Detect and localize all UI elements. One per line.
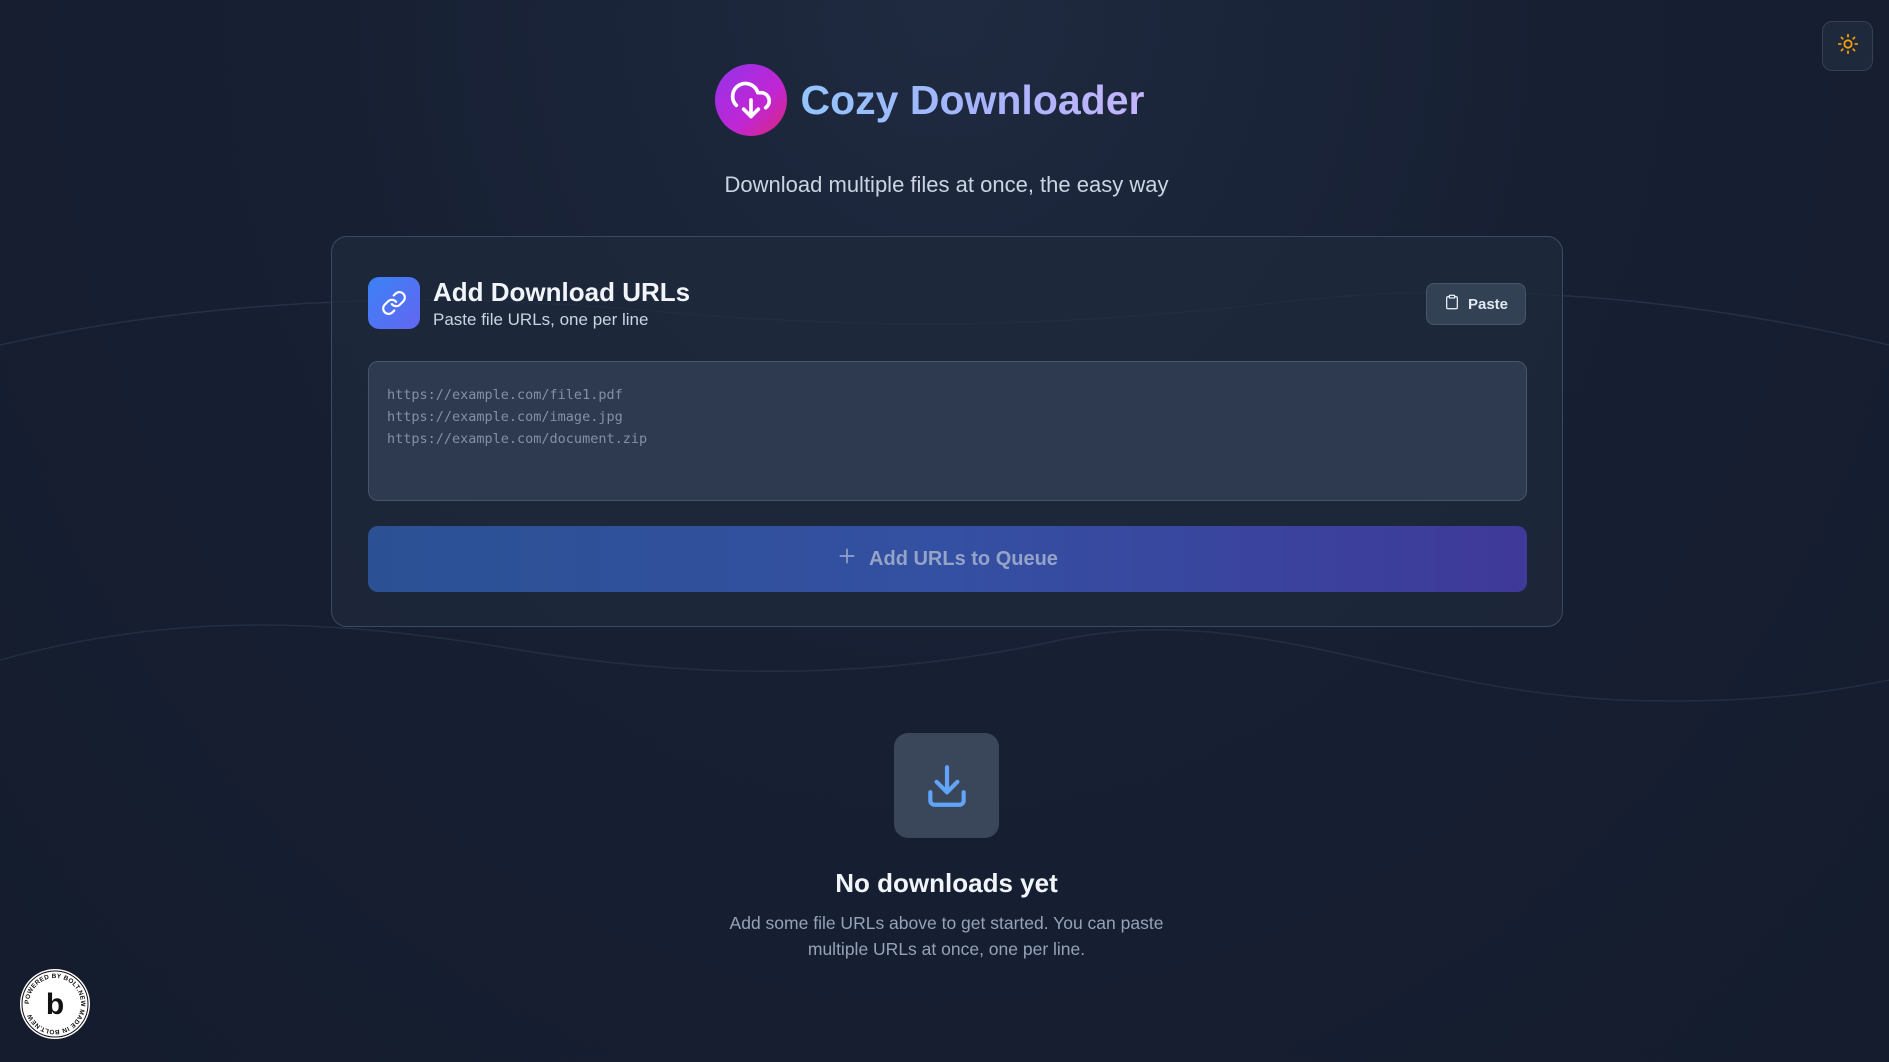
sun-icon [1837, 33, 1859, 60]
add-to-queue-label: Add URLs to Queue [869, 547, 1058, 570]
link-icon [368, 277, 420, 329]
card-title: Add Download URLs [433, 277, 691, 307]
empty-state-title: No downloads yet [835, 868, 1058, 898]
paste-button-label: Paste [1467, 295, 1509, 313]
download-icon [894, 733, 999, 838]
empty-state-description: Add some file URLs above to get started.… [729, 913, 1164, 959]
paste-button[interactable]: Paste [1426, 283, 1526, 325]
card-subtitle: Paste file URLs, one per line [433, 310, 649, 329]
app-subtitle: Download multiple files at once, the eas… [724, 172, 1169, 197]
bolt-badge-icon[interactable]: POWERED BY BOLT.NEW MADE IN BOLT.NEW b [19, 968, 91, 1040]
url-textarea[interactable] [368, 361, 1527, 501]
app-title: Cozy Downloader [800, 76, 1145, 123]
url-input-card: Add Download URLs Paste file URLs, one p… [331, 236, 1563, 627]
cloud-download-icon [714, 64, 787, 136]
clipboard-icon [1444, 293, 1460, 315]
add-to-queue-button[interactable]: Add URLs to Queue [368, 526, 1527, 592]
svg-text:b: b [46, 988, 64, 1021]
plus-icon [837, 546, 857, 572]
app-header: Cozy Downloader [0, 64, 1889, 136]
